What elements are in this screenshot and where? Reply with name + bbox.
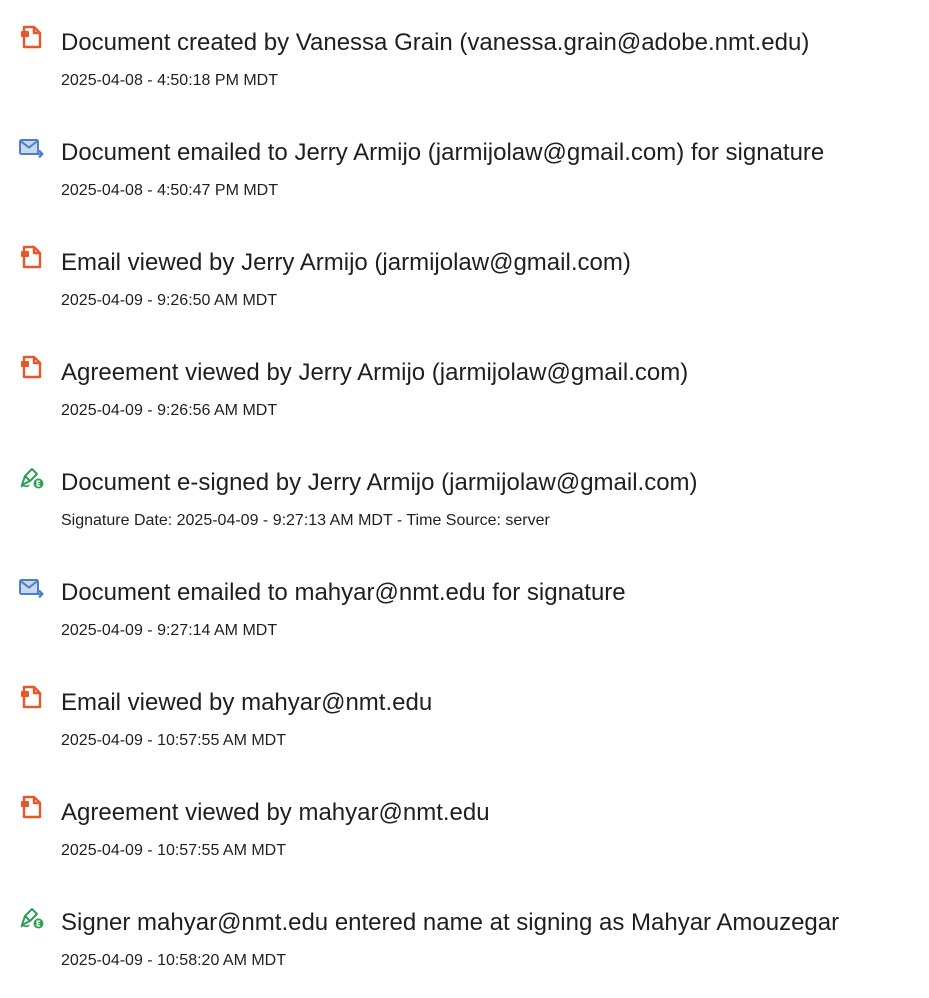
email-icon — [17, 573, 45, 601]
e-sign-pen-icon — [17, 463, 45, 491]
event-timestamp: 2025-04-09 - 9:27:14 AM MDT — [61, 622, 278, 639]
audit-event: Signer mahyar@nmt.edu entered name at si… — [0, 894, 929, 974]
event-timestamp: 2025-04-09 - 10:58:20 AM MDT — [61, 952, 287, 969]
event-title: Document emailed to Jerry Armijo (jarmij… — [61, 139, 825, 166]
document-icon — [17, 793, 45, 821]
event-title: Document emailed to mahyar@nmt.edu for s… — [61, 579, 626, 606]
audit-event: Agreement viewed by mahyar@nmt.edu 2025-… — [0, 784, 929, 864]
e-sign-pen-icon — [17, 903, 45, 931]
audit-event: Document emailed to Jerry Armijo (jarmij… — [0, 124, 929, 204]
audit-event: Email viewed by Jerry Armijo (jarmijolaw… — [0, 234, 929, 314]
audit-event: Email viewed by mahyar@nmt.edu 2025-04-0… — [0, 674, 929, 754]
signature-date: Signature Date: 2025-04-09 - 9:27:13 AM … — [61, 512, 550, 529]
event-title: Signer mahyar@nmt.edu entered name at si… — [61, 909, 840, 936]
audit-event: Document e-signed by Jerry Armijo (jarmi… — [0, 454, 929, 534]
event-timestamp: 2025-04-09 - 10:57:55 AM MDT — [61, 732, 287, 749]
document-icon — [17, 683, 45, 711]
event-title: Document e-signed by Jerry Armijo (jarmi… — [61, 469, 698, 496]
event-timestamp: 2025-04-09 - 9:26:56 AM MDT — [61, 402, 278, 419]
audit-event: Document created by Vanessa Grain (vanes… — [0, 14, 929, 94]
email-icon — [17, 133, 45, 161]
document-icon — [17, 243, 45, 271]
event-timestamp: 2025-04-08 - 4:50:18 PM MDT — [61, 72, 278, 89]
event-title: Agreement viewed by Jerry Armijo (jarmij… — [61, 359, 689, 386]
audit-event: Document emailed to mahyar@nmt.edu for s… — [0, 564, 929, 644]
event-title: Document created by Vanessa Grain (vanes… — [61, 29, 810, 56]
event-title: Email viewed by Jerry Armijo (jarmijolaw… — [61, 249, 631, 276]
event-timestamp: 2025-04-08 - 4:50:47 PM MDT — [61, 182, 278, 199]
document-icon — [17, 23, 45, 51]
event-timestamp: 2025-04-09 - 9:26:50 AM MDT — [61, 292, 278, 309]
event-title: Email viewed by mahyar@nmt.edu — [61, 689, 433, 716]
document-icon — [17, 353, 45, 381]
event-title: Agreement viewed by mahyar@nmt.edu — [61, 799, 490, 826]
audit-event: Agreement viewed by Jerry Armijo (jarmij… — [0, 344, 929, 424]
event-timestamp: 2025-04-09 - 10:57:55 AM MDT — [61, 842, 287, 859]
